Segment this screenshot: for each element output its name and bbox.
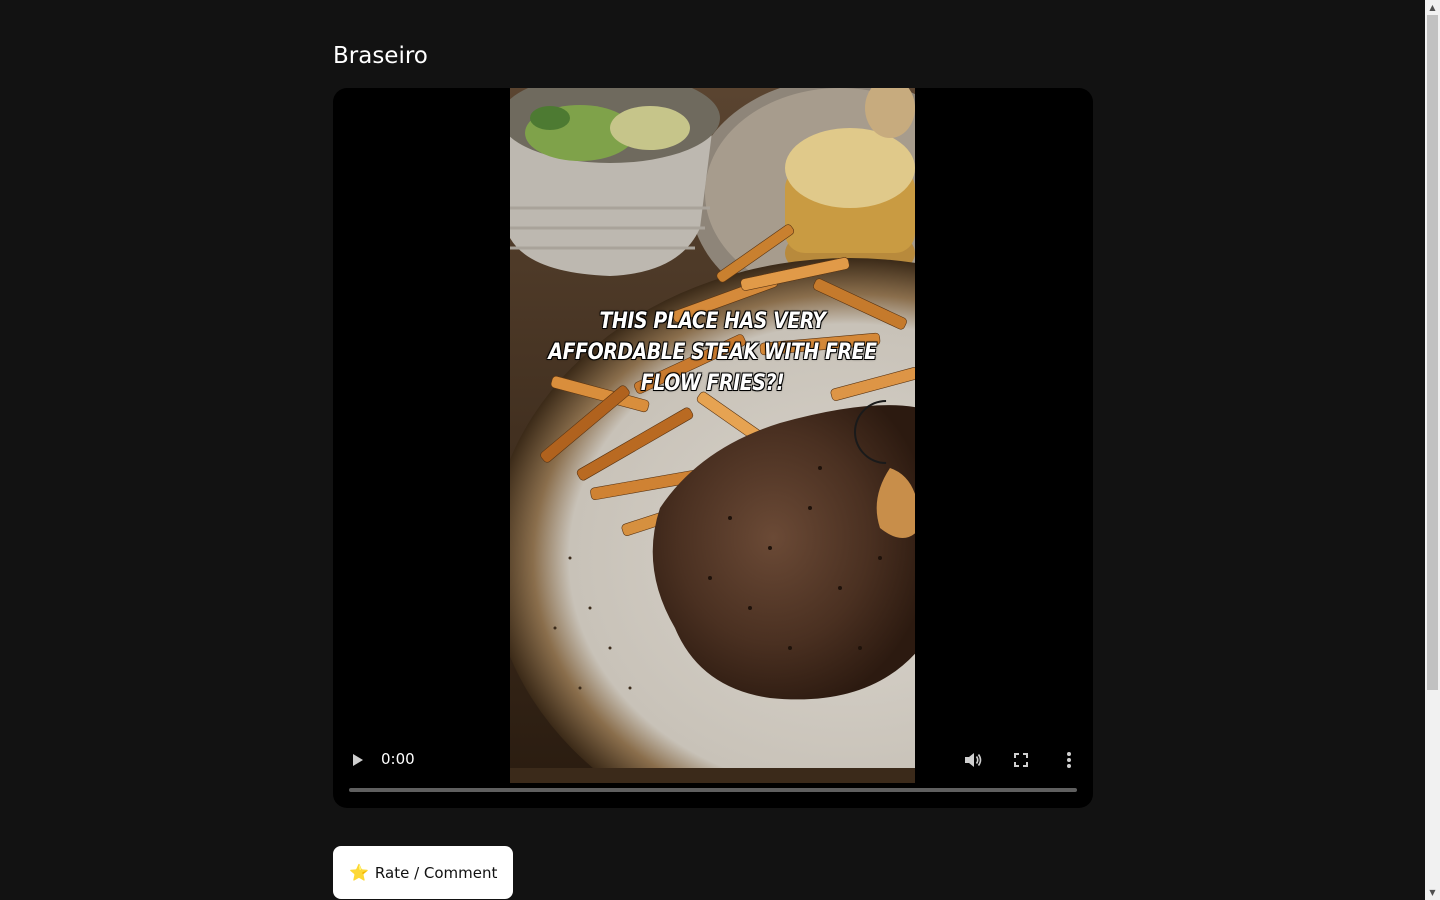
volume-icon[interactable]	[961, 748, 985, 772]
scroll-up-arrow-icon[interactable]: ▲	[1425, 0, 1440, 15]
video-frame[interactable]: This place has very affordable steak wit…	[510, 88, 915, 783]
play-icon[interactable]	[345, 748, 369, 772]
scrollbar-thumb[interactable]	[1427, 15, 1438, 690]
more-vertical-icon[interactable]	[1057, 748, 1081, 772]
page: Braseiro THIS PLACE HAS VERY AFFORDABLE …	[0, 0, 1440, 900]
video-progress-bar[interactable]	[349, 788, 1077, 792]
video-player[interactable]: This place has very affordable steak wit…	[333, 88, 1093, 808]
video-overlay-caption: This place has very affordable steak wit…	[548, 309, 877, 396]
rate-comment-button[interactable]: ⭐ Rate / Comment	[333, 846, 514, 899]
rate-comment-label: Rate / Comment	[374, 863, 498, 882]
current-time: 0:00	[381, 750, 415, 768]
scroll-down-arrow-icon[interactable]: ▼	[1425, 885, 1440, 900]
fullscreen-icon[interactable]	[1009, 748, 1033, 772]
page-title: Braseiro	[333, 43, 428, 69]
page-scrollbar[interactable]: ▲ ▼	[1425, 0, 1440, 900]
star-icon: ⭐	[349, 863, 369, 882]
video-controls: 0:00	[333, 728, 1093, 808]
